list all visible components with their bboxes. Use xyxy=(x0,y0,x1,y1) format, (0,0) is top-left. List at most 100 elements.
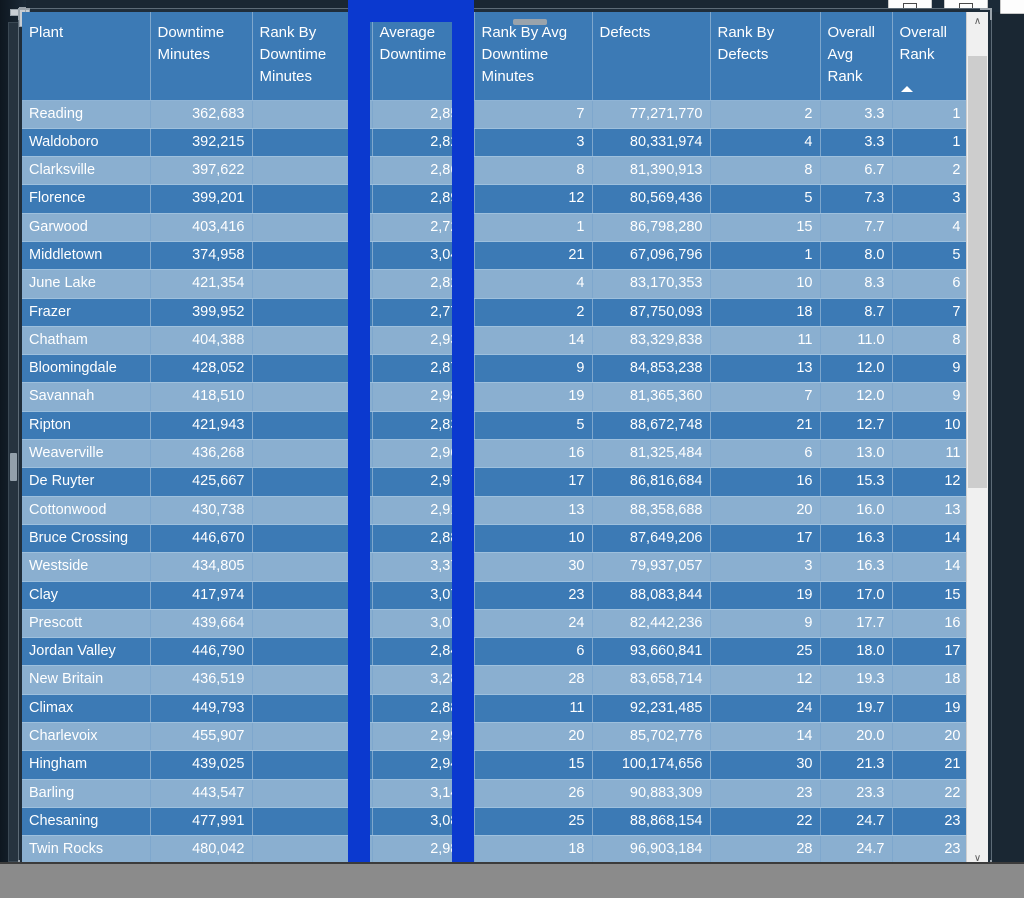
cell-defects[interactable]: 92,231,485 xyxy=(592,694,711,724)
cell-rank_by_defects[interactable]: 24 xyxy=(710,694,821,724)
cell-rank_by_defects[interactable]: 13 xyxy=(710,354,821,384)
cell-overall_avg_rank[interactable]: 7.3 xyxy=(820,184,893,214)
cell-downtime_minutes[interactable]: 362,683 xyxy=(150,100,253,129)
cell-rank_by_avg_downtime_minutes[interactable]: 23 xyxy=(474,581,593,610)
cell-rank_by_defects[interactable]: 18 xyxy=(710,298,821,327)
table-row[interactable]: Garwood 403,416 2,726 1 86,798,280 15 7.7 4 xyxy=(22,213,968,242)
cell-overall_avg_rank[interactable]: 12.0 xyxy=(820,354,893,384)
table-row[interactable]: Climax 449,793 2,883 11 92,231,485 24 19.7 19 xyxy=(22,694,968,724)
cell-defects[interactable]: 81,390,913 xyxy=(592,156,711,186)
cell-plant[interactable]: Chesaning xyxy=(22,807,151,837)
table-row[interactable]: Jordan Valley 446,790 2,846 6 93,660,841 25 18… xyxy=(22,637,968,667)
cell-overall_rank[interactable]: 5 xyxy=(892,241,968,271)
cell-rank_by_downtime_minutes[interactable] xyxy=(252,609,373,639)
cell-overall_avg_rank[interactable]: 20.0 xyxy=(820,722,893,752)
cell-overall_avg_rank[interactable]: 13.0 xyxy=(820,439,893,469)
cell-average_downtime[interactable]: 3,075 xyxy=(372,609,475,639)
cell-rank_by_downtime_minutes[interactable] xyxy=(252,496,373,525)
cell-plant[interactable]: Reading xyxy=(22,100,151,129)
cell-plant[interactable]: Cottonwood xyxy=(22,496,151,525)
cell-defects[interactable]: 87,649,206 xyxy=(592,524,711,554)
cell-rank_by_avg_downtime_minutes[interactable]: 3 xyxy=(474,128,593,158)
table-row[interactable]: June Lake 421,354 2,828 4 83,170,353 10 8.3 6 xyxy=(22,269,968,299)
cell-downtime_minutes[interactable]: 477,991 xyxy=(150,807,253,837)
cell-defects[interactable]: 79,937,057 xyxy=(592,552,711,582)
cell-defects[interactable]: 96,903,184 xyxy=(592,835,711,865)
cell-overall_rank[interactable]: 21 xyxy=(892,750,968,780)
cell-average_downtime[interactable]: 2,861 xyxy=(372,156,475,186)
cell-defects[interactable]: 82,442,236 xyxy=(592,609,711,639)
cell-rank_by_downtime_minutes[interactable] xyxy=(252,552,373,582)
cell-plant[interactable]: Prescott xyxy=(22,609,151,639)
cell-defects[interactable]: 90,883,309 xyxy=(592,779,711,808)
cell-downtime_minutes[interactable]: 439,664 xyxy=(150,609,253,639)
cell-plant[interactable]: Frazer xyxy=(22,298,151,327)
cell-overall_avg_rank[interactable]: 24.7 xyxy=(820,835,893,865)
cell-rank_by_avg_downtime_minutes[interactable]: 12 xyxy=(474,184,593,214)
cell-downtime_minutes[interactable]: 446,790 xyxy=(150,637,253,667)
cell-defects[interactable]: 67,096,796 xyxy=(592,241,711,271)
scroll-up-arrow-icon[interactable]: ∧ xyxy=(967,12,988,31)
cell-overall_rank[interactable]: 20 xyxy=(892,722,968,752)
table-row[interactable]: Florence 399,201 2,893 12 80,569,436 5 7.3 3 xyxy=(22,184,968,214)
column-header-defects[interactable]: Defects xyxy=(592,12,711,101)
cell-defects[interactable]: 88,083,844 xyxy=(592,581,711,610)
cell-rank_by_downtime_minutes[interactable] xyxy=(252,382,373,412)
cell-rank_by_downtime_minutes[interactable] xyxy=(252,411,373,441)
cell-overall_rank[interactable]: 16 xyxy=(892,609,968,639)
cell-rank_by_avg_downtime_minutes[interactable]: 4 xyxy=(474,269,593,299)
cell-average_downtime[interactable]: 2,977 xyxy=(372,467,475,497)
cell-rank_by_defects[interactable]: 30 xyxy=(710,750,821,780)
cell-downtime_minutes[interactable]: 403,416 xyxy=(150,213,253,242)
cell-overall_rank[interactable]: 13 xyxy=(892,496,968,525)
cell-rank_by_defects[interactable]: 28 xyxy=(710,835,821,865)
cell-plant[interactable]: Ripton xyxy=(22,411,151,441)
cell-downtime_minutes[interactable]: 428,052 xyxy=(150,354,253,384)
cell-overall_avg_rank[interactable]: 16.0 xyxy=(820,496,893,525)
cell-rank_by_downtime_minutes[interactable] xyxy=(252,750,373,780)
cell-downtime_minutes[interactable]: 436,268 xyxy=(150,439,253,469)
scrollbar-thumb[interactable] xyxy=(968,56,987,488)
cell-defects[interactable]: 85,702,776 xyxy=(592,722,711,752)
cell-plant[interactable]: Savannah xyxy=(22,382,151,412)
cell-rank_by_defects[interactable]: 2 xyxy=(710,100,821,129)
cell-rank_by_downtime_minutes[interactable] xyxy=(252,100,373,129)
cell-average_downtime[interactable]: 2,999 xyxy=(372,722,475,752)
cell-rank_by_downtime_minutes[interactable] xyxy=(252,156,373,186)
cell-plant[interactable]: Clarksville xyxy=(22,156,151,186)
cell-average_downtime[interactable]: 2,873 xyxy=(372,354,475,384)
cell-average_downtime[interactable]: 2,832 xyxy=(372,411,475,441)
table-row[interactable]: Westside 434,805 3,371 30 79,937,057 3 16.3 14 xyxy=(22,552,968,582)
cell-rank_by_avg_downtime_minutes[interactable]: 25 xyxy=(474,807,593,837)
cell-plant[interactable]: Twin Rocks xyxy=(22,835,151,865)
cell-overall_avg_rank[interactable]: 24.7 xyxy=(820,807,893,837)
cell-rank_by_avg_downtime_minutes[interactable]: 20 xyxy=(474,722,593,752)
cell-overall_rank[interactable]: 18 xyxy=(892,665,968,695)
table-row[interactable]: Reading 362,683 2,856 7 77,271,770 2 3.3 1 xyxy=(22,100,968,129)
cell-defects[interactable]: 100,174,656 xyxy=(592,750,711,780)
cell-average_downtime[interactable]: 2,946 xyxy=(372,750,475,780)
cell-rank_by_avg_downtime_minutes[interactable]: 9 xyxy=(474,354,593,384)
cell-defects[interactable]: 81,325,484 xyxy=(592,439,711,469)
cell-rank_by_defects[interactable]: 11 xyxy=(710,326,821,356)
table-scroll-area[interactable]: Plant Downtime Minutes Rank By Downtime … xyxy=(22,12,968,868)
cell-downtime_minutes[interactable]: 421,943 xyxy=(150,411,253,441)
cell-rank_by_avg_downtime_minutes[interactable]: 28 xyxy=(474,665,593,695)
column-header-rank-by-downtime-minutes[interactable]: Rank By Downtime Minutes xyxy=(252,12,373,101)
cell-average_downtime[interactable]: 2,893 xyxy=(372,184,475,214)
cell-plant[interactable]: Hingham xyxy=(22,750,151,780)
table-row[interactable]: Chatham 404,388 2,930 14 83,329,838 11 11.0 8 xyxy=(22,326,968,356)
cell-defects[interactable]: 88,358,688 xyxy=(592,496,711,525)
cell-defects[interactable]: 81,365,360 xyxy=(592,382,711,412)
cell-plant[interactable]: Climax xyxy=(22,694,151,724)
cell-rank_by_downtime_minutes[interactable] xyxy=(252,722,373,752)
cell-rank_by_downtime_minutes[interactable] xyxy=(252,326,373,356)
table-row[interactable]: Bruce Crossing 446,670 2,882 10 87,649,206 17… xyxy=(22,524,968,554)
cell-average_downtime[interactable]: 3,146 xyxy=(372,779,475,808)
cell-rank_by_downtime_minutes[interactable] xyxy=(252,269,373,299)
cell-average_downtime[interactable]: 2,910 xyxy=(372,496,475,525)
cell-defects[interactable]: 84,853,238 xyxy=(592,354,711,384)
cell-rank_by_defects[interactable]: 7 xyxy=(710,382,821,412)
cell-defects[interactable]: 83,170,353 xyxy=(592,269,711,299)
cell-plant[interactable]: Middletown xyxy=(22,241,151,271)
